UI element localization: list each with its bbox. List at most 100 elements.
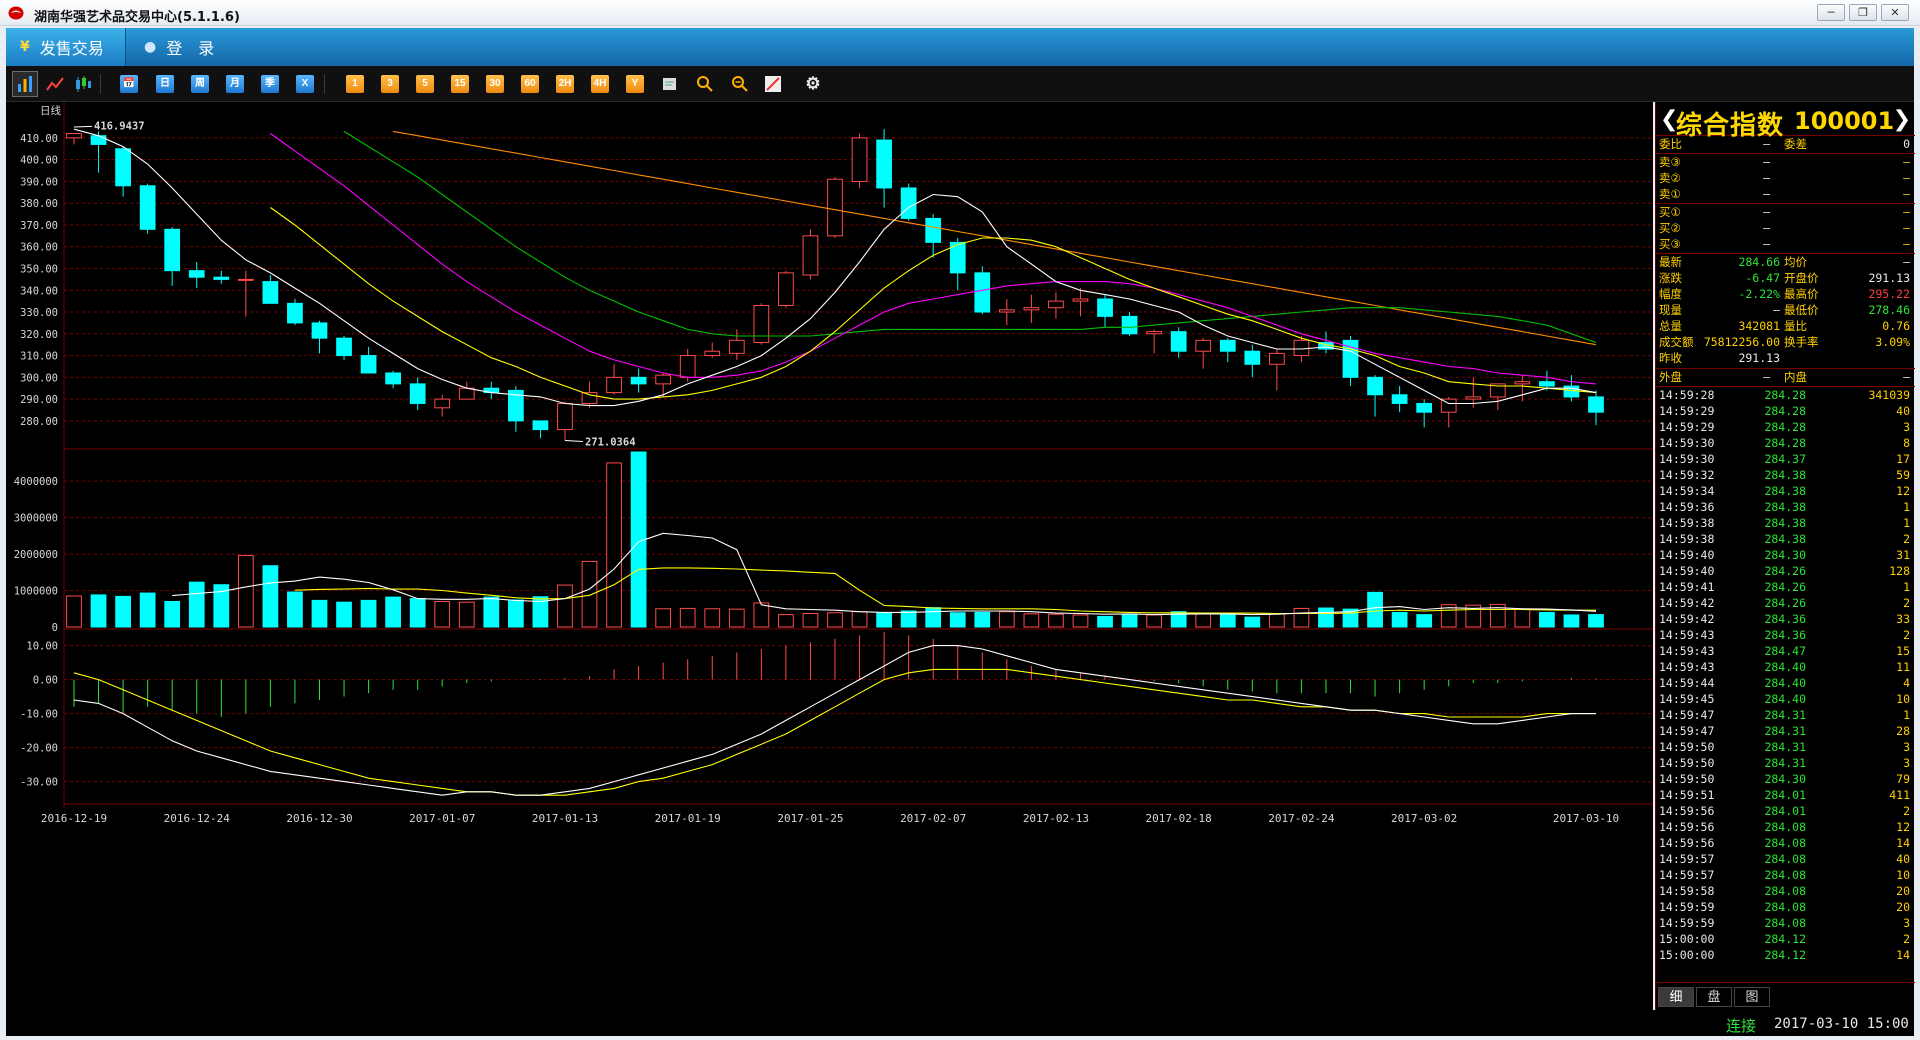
line-view-button[interactable]: [46, 75, 64, 93]
settings-button[interactable]: ⚙: [804, 75, 822, 93]
volume-bar: [655, 608, 672, 628]
tick-volume: 2: [1903, 628, 1910, 642]
app-logo-icon: [8, 6, 24, 20]
volume-bar: [827, 612, 843, 628]
x-tick-label: 2017-01-13: [532, 812, 598, 825]
tick-price: 284.47: [1764, 644, 1806, 658]
tick-volume: 411: [1889, 788, 1910, 802]
tick-volume: 8: [1903, 436, 1910, 450]
tick-time: 14:59:45: [1659, 692, 1715, 706]
ask-label: 卖②: [1659, 171, 1681, 185]
tick-volume: 10: [1896, 868, 1910, 882]
price-tick-label: 400.00: [20, 155, 58, 167]
candle: [606, 364, 622, 395]
stat-value: —: [1773, 303, 1780, 317]
edit-button[interactable]: [661, 75, 679, 93]
tab-detail[interactable]: 细: [1658, 987, 1694, 1007]
tick-time: 14:59:50: [1659, 740, 1715, 754]
calendar-button[interactable]: 📅: [120, 75, 138, 93]
tick-time: 14:59:38: [1659, 532, 1715, 546]
tick-volume: 4: [1903, 676, 1910, 690]
tick-price: 284.36: [1764, 612, 1806, 626]
x-tick-label: 2017-01-07: [409, 812, 475, 825]
menu-login[interactable]: ● 登 录: [144, 28, 234, 66]
minute-3-button[interactable]: 3: [381, 75, 399, 93]
stat-value: 291.13: [1738, 351, 1780, 365]
price-tick-label: 340.00: [20, 285, 58, 297]
tick-price: 284.37: [1764, 452, 1806, 466]
volume-bar: [66, 595, 82, 628]
period-month-button[interactable]: 月: [226, 75, 244, 93]
maximize-button[interactable]: ❐: [1849, 4, 1877, 21]
period-custom-button[interactable]: X: [296, 75, 314, 93]
candle-body: [827, 178, 843, 237]
tick-price: 284.08: [1764, 820, 1806, 834]
candle: [385, 370, 401, 389]
hour-4-button[interactable]: 4H: [591, 75, 609, 93]
tab-chart[interactable]: 图: [1734, 987, 1770, 1007]
price-tick-label: 410.00: [20, 133, 58, 145]
stat-label: 昨收: [1659, 351, 1682, 365]
period-day-button[interactable]: 日: [156, 75, 174, 93]
tick-time: 15:00:00: [1659, 948, 1715, 962]
price-tick-label: 320.00: [20, 329, 58, 341]
ask-label: 卖①: [1659, 187, 1681, 201]
tick-volume: 12: [1896, 484, 1910, 498]
price-tick-label: 290.00: [20, 394, 58, 406]
volume-bar: [925, 607, 942, 628]
candle: [1121, 312, 1138, 336]
tick-volume: 17: [1896, 452, 1910, 466]
macd-tick-label: -10.00: [20, 709, 58, 721]
candle: [1514, 375, 1531, 402]
tick-volume: 14: [1896, 948, 1910, 962]
ask-price: —: [1763, 187, 1770, 201]
zoom-in-button[interactable]: [696, 75, 714, 93]
tick-volume: 3: [1903, 420, 1910, 434]
zoom-out-button[interactable]: [731, 75, 749, 93]
tick-price: 284.26: [1764, 580, 1806, 594]
minute-1-button[interactable]: 1: [346, 75, 364, 93]
draw-line-button[interactable]: [764, 75, 782, 93]
candle-body: [164, 228, 181, 272]
tick-time: 14:59:43: [1659, 644, 1715, 658]
tick-time: 14:59:28: [1659, 388, 1715, 402]
minimize-button[interactable]: ─: [1817, 4, 1845, 21]
candle-body: [974, 272, 991, 313]
hour-2-button[interactable]: 2H: [556, 75, 574, 93]
tick-time: 14:59:47: [1659, 724, 1715, 738]
volume-bar: [1563, 614, 1580, 628]
close-button[interactable]: ✕: [1881, 4, 1909, 21]
kline-view-button[interactable]: [12, 71, 38, 97]
title-bar: 湖南华强艺术品交易中心(5.1.1.6) ─ ❐ ✕: [0, 0, 1920, 26]
stat-label: 换手率: [1784, 335, 1819, 349]
tick-price: 284.01: [1764, 804, 1806, 818]
minute-60-button[interactable]: 60: [521, 75, 539, 93]
period-season-button[interactable]: 季: [261, 75, 279, 93]
volume-bar: [508, 599, 524, 628]
candle: [998, 298, 1015, 326]
year-button[interactable]: Y: [626, 75, 644, 93]
minute-5-button[interactable]: 5: [416, 75, 434, 93]
bid-price: —: [1763, 205, 1770, 219]
x-tick-label: 2017-02-18: [1146, 812, 1212, 825]
tab-orderbook[interactable]: 盘: [1696, 987, 1732, 1007]
stat-label: 最高价: [1784, 287, 1819, 301]
minute-15-button[interactable]: 15: [451, 75, 469, 93]
period-week-button[interactable]: 周: [191, 75, 209, 93]
minute-30-button[interactable]: 30: [486, 75, 504, 93]
ma5-line: [73, 128, 1597, 407]
menu-sell-trade[interactable]: ¥ 发售交易: [6, 28, 126, 66]
candle: [483, 381, 500, 400]
candle-body: [1293, 339, 1310, 357]
candle: [262, 275, 279, 304]
candle-body: [998, 309, 1015, 313]
kline-chart[interactable]: 410.00 400.00 390.00 380.00 370.00 360.00 350.…: [6, 102, 1653, 1010]
tick-price: 284.40: [1764, 692, 1806, 706]
next-symbol-button[interactable]: ❯: [1893, 107, 1911, 132]
candle-view-button[interactable]: [74, 75, 92, 93]
volume-bar: [1318, 607, 1334, 628]
candle: [458, 381, 475, 400]
zoom-out-icon: [732, 76, 748, 92]
stat-label: 最低价: [1784, 303, 1819, 317]
tick-price: 284.40: [1764, 660, 1806, 674]
